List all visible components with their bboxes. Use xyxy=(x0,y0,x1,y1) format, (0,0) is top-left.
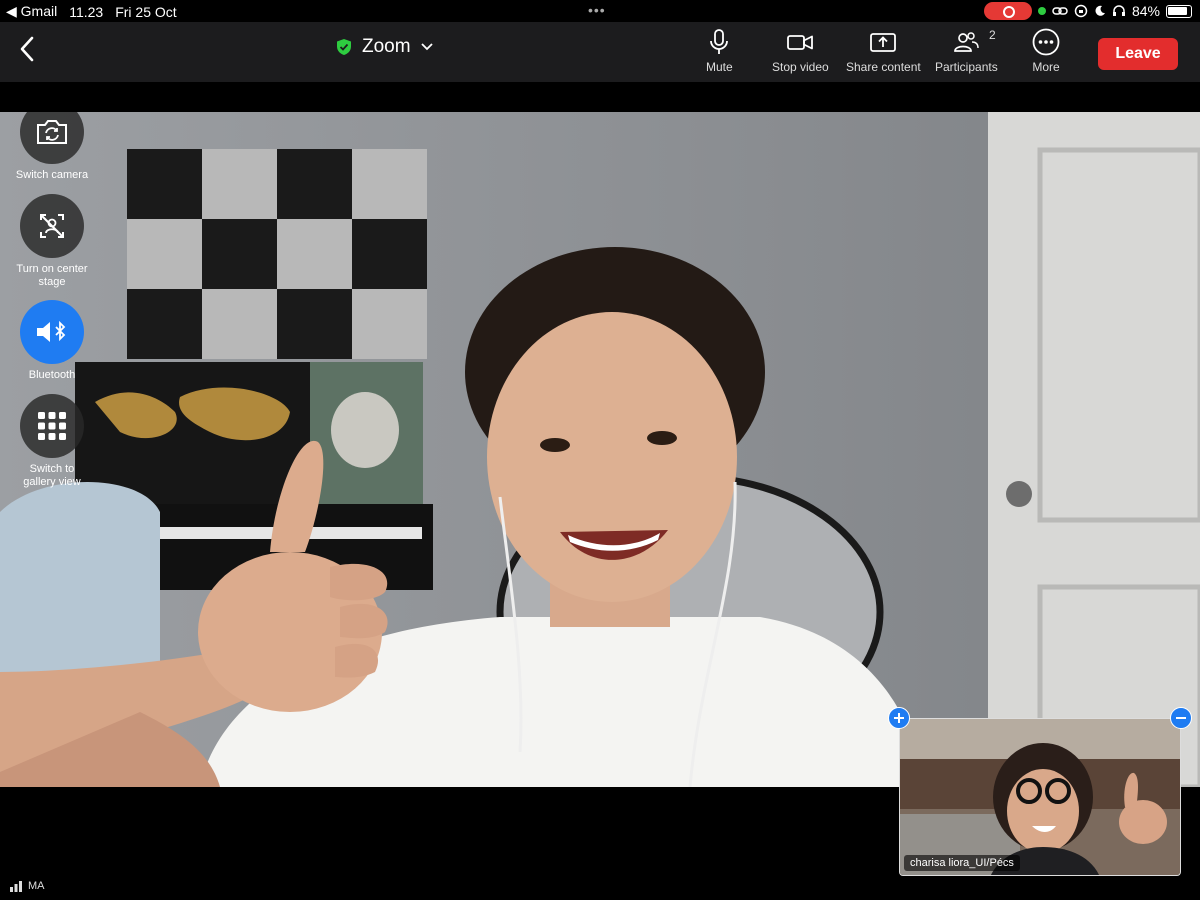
more-label: More xyxy=(1032,60,1060,74)
gallery-grid-icon xyxy=(38,412,66,440)
checkerboard-poster xyxy=(127,149,427,359)
back-chevron-icon[interactable] xyxy=(16,34,40,64)
center-stage-off-icon xyxy=(40,214,64,238)
switch-camera-icon xyxy=(37,120,67,144)
stop-video-label: Stop video xyxy=(772,60,829,74)
bluetooth-speaker-icon xyxy=(37,320,66,342)
gallery-view-label: Switch to gallery view xyxy=(23,463,81,488)
chevron-down-icon xyxy=(420,43,433,51)
speaker-video[interactable]: Switch camera Turn on center stage Bluet… xyxy=(0,112,1200,787)
bluetooth-audio-button[interactable]: Bluetooth xyxy=(0,300,104,382)
switch-to-gallery-button[interactable]: Switch to gallery view xyxy=(0,394,104,489)
moon-icon xyxy=(1095,5,1105,16)
rotation-lock-icon xyxy=(1074,4,1088,18)
share-content-label: Share content xyxy=(846,60,921,74)
switch-camera-button[interactable]: Switch camera xyxy=(0,112,104,182)
speaker-video-frame xyxy=(0,112,1200,787)
status-date: Fri 25 Oct xyxy=(115,3,177,20)
meeting-toolbar: Zoom Mute Stop video Share content Parti… xyxy=(0,22,1200,82)
participants-count: 2 xyxy=(989,28,996,42)
more-button[interactable]: More xyxy=(1032,28,1060,74)
expand-plus-icon[interactable] xyxy=(888,707,910,729)
mute-button[interactable]: Mute xyxy=(706,28,733,74)
multitasking-dots-icon[interactable]: ••• xyxy=(588,2,606,18)
leave-meeting-button[interactable]: Leave xyxy=(1098,38,1178,70)
link-icon xyxy=(1052,7,1068,15)
encryption-shield-icon xyxy=(337,39,351,55)
minimize-minus-icon[interactable] xyxy=(1170,707,1192,729)
meeting-title: Zoom xyxy=(362,36,411,57)
status-time: 11.23 xyxy=(69,3,104,20)
stop-video-button[interactable]: Stop video xyxy=(772,28,829,74)
screen-recording-icon[interactable] xyxy=(983,2,1032,20)
center-stage-label: Turn on center stage xyxy=(16,263,88,288)
status-bar: ◀ Gmail 11.23 Fri 25 Oct ••• 84% xyxy=(0,0,1200,22)
center-stage-button[interactable]: Turn on center stage xyxy=(0,194,104,289)
participants-label: Participants xyxy=(935,60,998,74)
back-to-app-link[interactable]: ◀ Gmail xyxy=(6,3,57,20)
network-status: MA xyxy=(10,880,45,892)
participants-button[interactable]: Participants 2 xyxy=(935,28,998,74)
share-screen-icon xyxy=(870,33,897,52)
mute-label: Mute xyxy=(706,60,733,74)
network-label: MA xyxy=(28,880,45,892)
self-view-frame xyxy=(900,719,1180,875)
camera-indicator-icon xyxy=(1037,7,1046,15)
microphone-icon xyxy=(710,29,729,54)
battery-icon xyxy=(1166,4,1192,18)
meeting-title-dropdown[interactable]: Zoom xyxy=(336,36,433,58)
switch-camera-label: Switch camera xyxy=(15,169,89,181)
participants-icon xyxy=(954,32,980,52)
self-view-video[interactable]: charisa liora_UI/Pécs xyxy=(899,718,1181,876)
share-content-button[interactable]: Share content xyxy=(846,28,921,74)
battery-percent: 84% xyxy=(1131,3,1160,19)
bluetooth-label: Bluetooth xyxy=(28,369,76,381)
self-view-name-label: charisa liora_UI/Pécs xyxy=(904,855,1020,871)
headphones-icon xyxy=(1112,5,1125,16)
video-camera-icon xyxy=(787,35,814,50)
more-dots-icon xyxy=(1032,28,1060,56)
signal-bars-icon xyxy=(10,881,22,892)
